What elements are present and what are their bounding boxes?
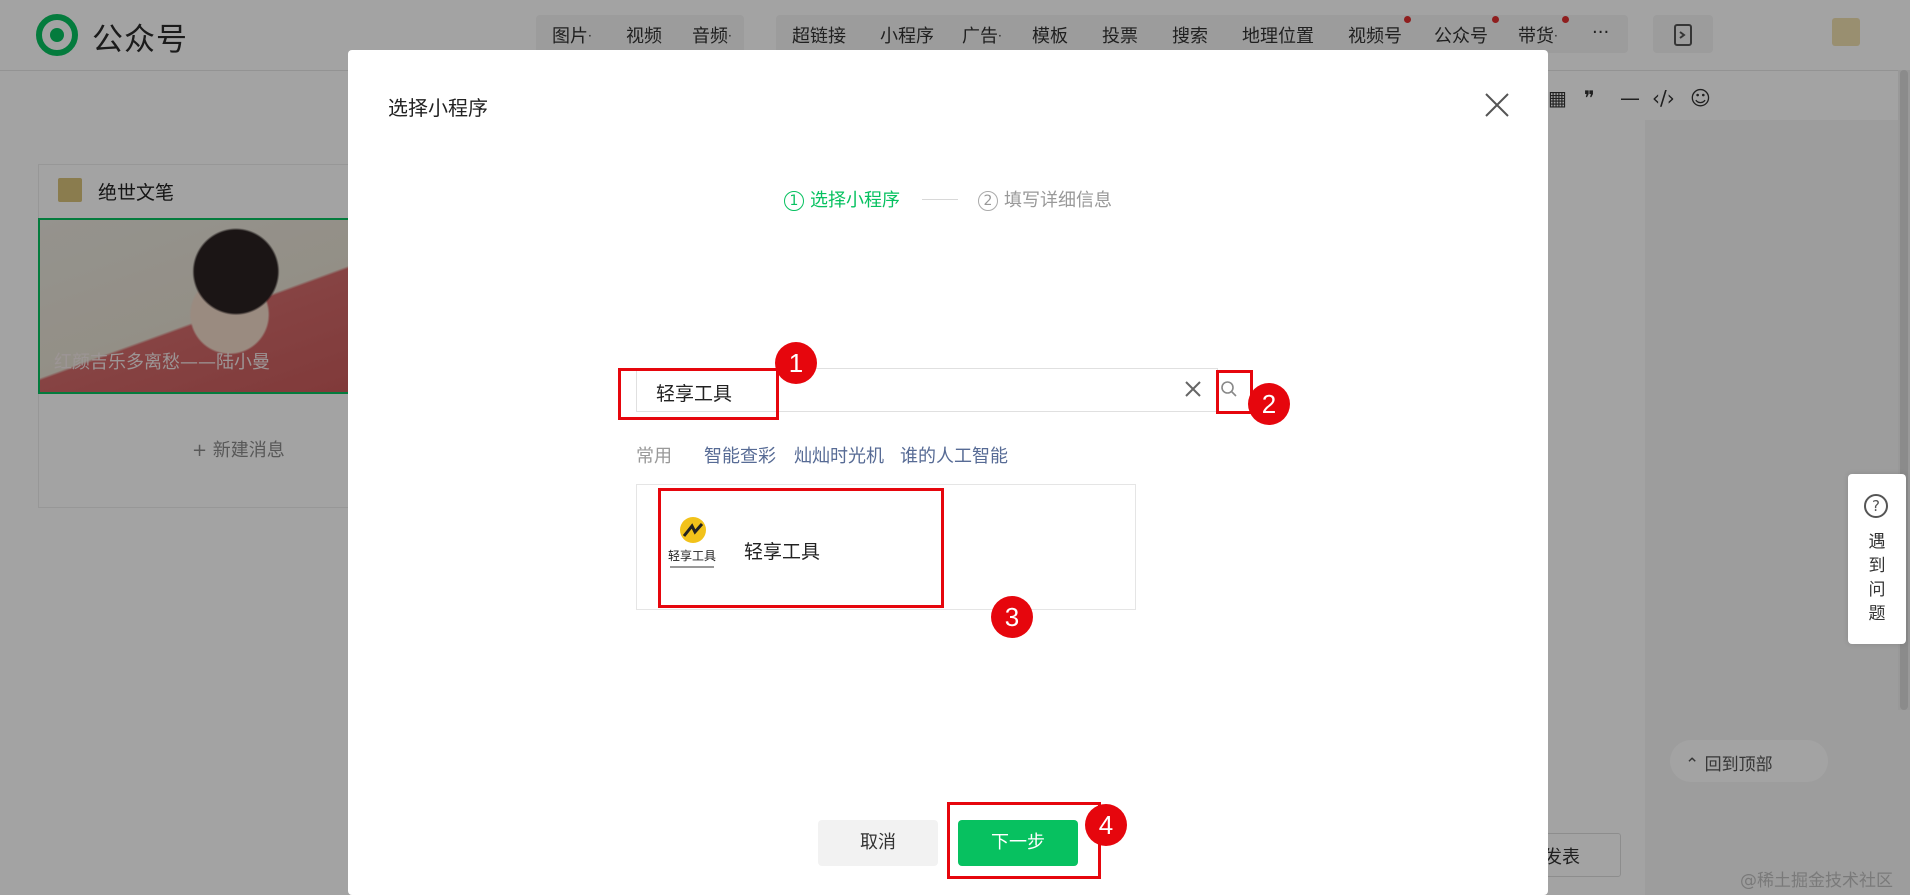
cancel-button[interactable]: 取消 xyxy=(818,820,938,866)
annotation-box xyxy=(618,368,779,420)
frequent-item[interactable]: 智能查彩 xyxy=(704,442,776,468)
step-2-label: 填写详细信息 xyxy=(1004,190,1112,211)
step-1-label: 选择小程序 xyxy=(810,190,900,211)
annotation-box xyxy=(658,488,944,608)
frequent-item[interactable]: 谁的人工智能 xyxy=(900,442,1008,468)
step-1: 1 选择小程序 xyxy=(784,186,900,212)
annotation-number: 1 xyxy=(775,342,817,384)
help-label: 遇到问题 xyxy=(1868,532,1886,624)
clear-icon[interactable] xyxy=(1184,380,1202,398)
annotation-number: 3 xyxy=(991,596,1033,638)
step-connector xyxy=(922,199,958,200)
annotation-number: 2 xyxy=(1248,383,1290,425)
step-2: 2 填写详细信息 xyxy=(978,186,1112,212)
annotation-number: 4 xyxy=(1085,804,1127,846)
watermark: @稀土掘金技术社区 xyxy=(1740,871,1893,891)
annotation-box xyxy=(947,802,1101,879)
step-1-number: 1 xyxy=(784,191,804,211)
question-icon: ? xyxy=(1864,494,1888,518)
frequent-item[interactable]: 灿灿时光机 xyxy=(794,442,884,468)
select-miniprogram-dialog xyxy=(348,50,1548,895)
close-icon[interactable] xyxy=(1484,92,1510,118)
step-2-number: 2 xyxy=(978,191,998,211)
dialog-title: 选择小程序 xyxy=(388,96,488,120)
frequent-label: 常用 xyxy=(636,446,672,467)
